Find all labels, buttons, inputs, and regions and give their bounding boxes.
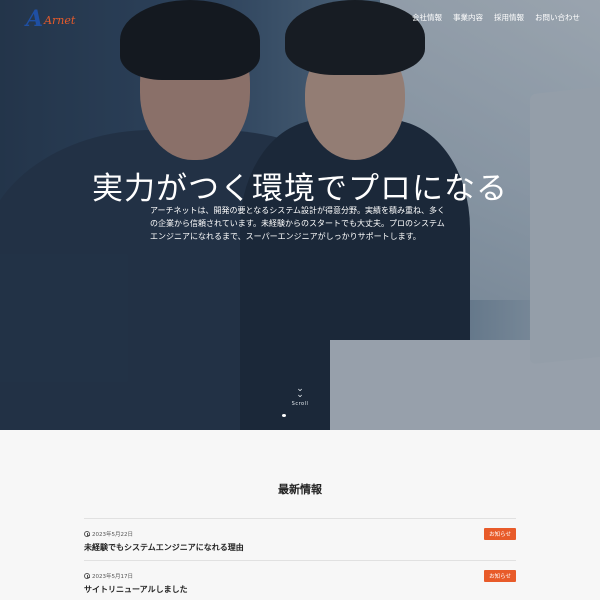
news-section-title: 最新情報 [278, 483, 322, 496]
logo-mark: A [26, 6, 44, 32]
news-date: 2023年5月22日 [84, 530, 133, 538]
hero-section: A Arnet 会社情報 事業内容 採用情報 お問い合わせ 実力がつく環境でプロ… [0, 0, 600, 430]
slider-indicator [282, 414, 318, 417]
news-headline-link[interactable]: 未経験でもシステムエンジニアになれる理由 [84, 542, 244, 553]
nav-item-business[interactable]: 事業内容 [453, 12, 483, 23]
site-logo[interactable]: A Arnet [26, 8, 106, 30]
nav-item-recruit[interactable]: 採用情報 [494, 12, 524, 23]
clock-icon [84, 531, 90, 537]
scroll-indicator[interactable]: ⌄ ⌄ Scroll [290, 385, 310, 408]
news-date-text: 2023年5月22日 [92, 532, 133, 538]
hero-title: 実力がつく環境でプロになる [92, 171, 508, 207]
news-category-badge[interactable]: お知らせ [484, 528, 516, 540]
news-item[interactable]: 2023年5月17日 サイトリニューアルしました お知らせ [84, 560, 516, 600]
nav-item-company[interactable]: 会社情報 [412, 12, 442, 23]
slider-dot-active[interactable] [282, 414, 286, 417]
news-item[interactable]: 2023年5月22日 未経験でもシステムエンジニアになれる理由 お知らせ [84, 518, 516, 560]
news-category-badge[interactable]: お知らせ [484, 570, 516, 582]
nav-item-contact[interactable]: お問い合わせ [535, 12, 580, 23]
chevron-down-icon: ⌄ [296, 390, 304, 400]
global-nav: 会社情報 事業内容 採用情報 お問い合わせ [412, 12, 580, 23]
clock-icon [84, 573, 90, 579]
hero-description: アーチネットは、開発の要となるシステム設計が得意分野。実績を積み重ね、多くの企業… [150, 206, 446, 241]
news-headline-link[interactable]: サイトリニューアルしました [84, 584, 188, 595]
logo-wordmark: Arnet [44, 14, 76, 27]
news-date: 2023年5月17日 [84, 572, 133, 580]
news-list: 2023年5月22日 未経験でもシステムエンジニアになれる理由 お知らせ 202… [84, 518, 516, 600]
scroll-label: Scroll [291, 401, 309, 407]
news-date-text: 2023年5月17日 [92, 574, 133, 580]
